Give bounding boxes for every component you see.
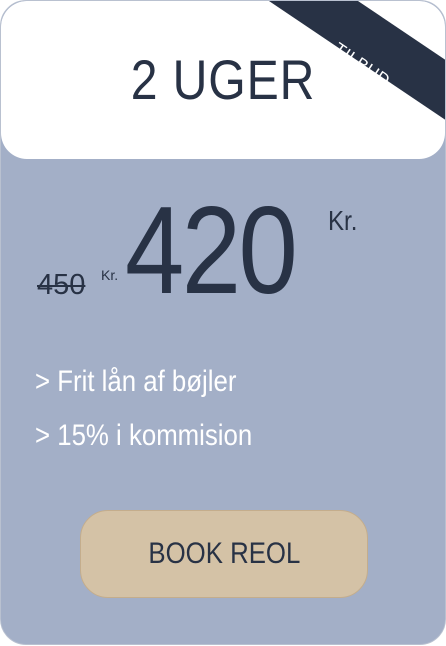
book-button-label: BOOK REOL xyxy=(148,537,300,570)
old-price-currency: Kr. xyxy=(101,267,119,283)
feature-item: > Frit lån af bøjler xyxy=(35,365,237,398)
old-price: 450 xyxy=(37,269,86,301)
price-currency: Kr. xyxy=(328,205,358,236)
pricing-card: 2 UGER TILBUD 450 Kr. 420 Kr. > Frit lån… xyxy=(0,0,446,645)
price: 420 xyxy=(125,182,298,320)
feature-item: > 15% i kommision xyxy=(35,419,253,452)
book-button[interactable]: BOOK REOL xyxy=(80,510,368,598)
card-header: 2 UGER TILBUD xyxy=(1,1,445,159)
